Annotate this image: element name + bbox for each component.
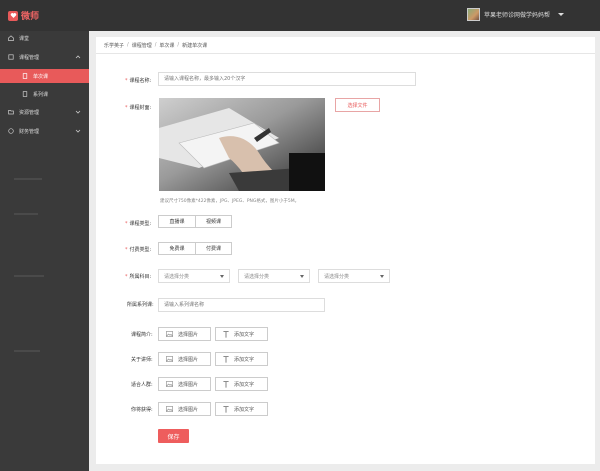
gain-add-text-button[interactable]: 添加文字: [215, 402, 268, 416]
image-icon: [166, 356, 173, 362]
series-input[interactable]: [158, 298, 325, 312]
pay-type-toggle: 免费课 付费课: [158, 242, 232, 255]
course-type-toggle: 直播课 视频课: [158, 215, 232, 228]
sidebar-item-resource-management[interactable]: 资源管理: [0, 106, 89, 118]
sidebar-item-series-course[interactable]: 系列课: [0, 88, 89, 100]
triangle-down-icon: [300, 275, 304, 278]
course-name-input[interactable]: [158, 72, 416, 86]
breadcrumb: 乐学英子 / 课程管理 / 单次课 / 新建单次课: [96, 37, 595, 54]
pay-type-label: * 付费类型:: [125, 247, 152, 253]
coin-icon: [8, 128, 14, 134]
course-cover-label: * 课程封面:: [125, 105, 152, 111]
intro-label: 课程简介:: [131, 332, 153, 338]
sidebar-placeholder: [14, 350, 40, 352]
audience-label: 适合人群:: [131, 382, 153, 388]
breadcrumb-item[interactable]: 单次课: [159, 42, 174, 49]
sidebar-placeholder: [14, 178, 42, 180]
doc-icon: [22, 91, 28, 97]
cover-size-hint: 建议尺寸750像素*422像素，JPG、JPEG、PNG格式，图片小于5M。: [160, 199, 300, 204]
brand-name: 微师: [21, 12, 40, 22]
option-live-course[interactable]: 直播课: [159, 216, 195, 227]
breadcrumb-item[interactable]: 乐学英子: [104, 42, 124, 49]
chevron-down-icon: [75, 129, 81, 133]
gain-pick-image-button[interactable]: 选择图片: [158, 402, 211, 416]
image-icon: [166, 406, 173, 412]
option-free-course[interactable]: 免费课: [159, 243, 195, 254]
heart-bag-icon: [8, 10, 18, 21]
option-paid-course[interactable]: 付费课: [195, 243, 231, 254]
text-icon: [223, 330, 229, 338]
gain-label: 你将获得:: [131, 407, 153, 413]
subject-select-1[interactable]: 请选择分类: [158, 269, 230, 283]
user-name: 苹果老师诊网做学妈妈帮: [483, 12, 550, 19]
sidebar-item-label: 单次课: [33, 73, 49, 80]
course-name-label: * 课程名称:: [125, 78, 152, 84]
choose-file-button[interactable]: 选择文件: [335, 98, 380, 112]
teacher-add-text-button[interactable]: 添加文字: [215, 352, 268, 366]
triangle-down-icon: [380, 275, 384, 278]
text-icon: [223, 405, 229, 413]
teacher-pick-image-button[interactable]: 选择图片: [158, 352, 211, 366]
option-video-course[interactable]: 视频课: [195, 216, 231, 227]
breadcrumb-current: 新建单次课: [182, 42, 208, 49]
sidebar-item-label: 课堂: [19, 35, 30, 42]
audience-pick-image-button[interactable]: 选择图片: [158, 377, 211, 391]
caret-down-icon: [558, 13, 564, 16]
sidebar-item-finance-management[interactable]: 财务管理: [0, 125, 89, 137]
sidebar-item-label: 财务管理: [19, 128, 40, 135]
chevron-up-icon: [75, 55, 81, 59]
sidebar-item-classroom[interactable]: 课堂: [0, 32, 89, 44]
about-teacher-label: 关于讲师:: [131, 357, 153, 363]
sidebar-placeholder: [14, 213, 38, 215]
sidebar: 课堂 课程管理 单次课 系列课 资源管理 财务管理: [0, 31, 89, 471]
user-menu[interactable]: 苹果老师诊网做学妈妈帮: [466, 8, 564, 21]
subject-label: * 所属科目:: [125, 274, 152, 280]
doc-icon: [22, 73, 28, 79]
subject-select-3[interactable]: 请选择分类: [318, 269, 390, 283]
sidebar-item-label: 系列课: [33, 91, 49, 98]
subject-select-2[interactable]: 请选择分类: [238, 269, 310, 283]
breadcrumb-item[interactable]: 课程管理: [132, 42, 152, 49]
intro-add-text-button[interactable]: 添加文字: [215, 327, 268, 341]
image-icon: [166, 381, 173, 387]
sidebar-item-label: 资源管理: [19, 109, 40, 116]
series-label: 所属系列课:: [127, 302, 154, 308]
text-icon: [223, 380, 229, 388]
top-bar: 微师 苹果老师诊网做学妈妈帮: [0, 0, 600, 31]
text-icon: [223, 355, 229, 363]
avatar: [466, 8, 480, 21]
image-icon: [166, 331, 173, 337]
audience-add-text-button[interactable]: 添加文字: [215, 377, 268, 391]
home-icon: [8, 35, 14, 41]
intro-pick-image-button[interactable]: 选择图片: [158, 327, 211, 341]
sidebar-item-label: 课程管理: [19, 54, 40, 61]
book-icon: [8, 54, 14, 60]
save-button[interactable]: 保存: [158, 429, 189, 443]
course-type-label: * 课程类型:: [125, 221, 152, 227]
course-cover-image: [159, 98, 325, 191]
folder-icon: [8, 109, 14, 115]
sidebar-item-single-course[interactable]: 单次课: [0, 69, 89, 83]
sidebar-placeholder: [14, 275, 44, 277]
triangle-down-icon: [220, 275, 224, 278]
sidebar-item-course-management[interactable]: 课程管理: [0, 51, 89, 63]
brand-logo[interactable]: 微师: [8, 9, 39, 22]
chevron-down-icon: [75, 110, 81, 114]
